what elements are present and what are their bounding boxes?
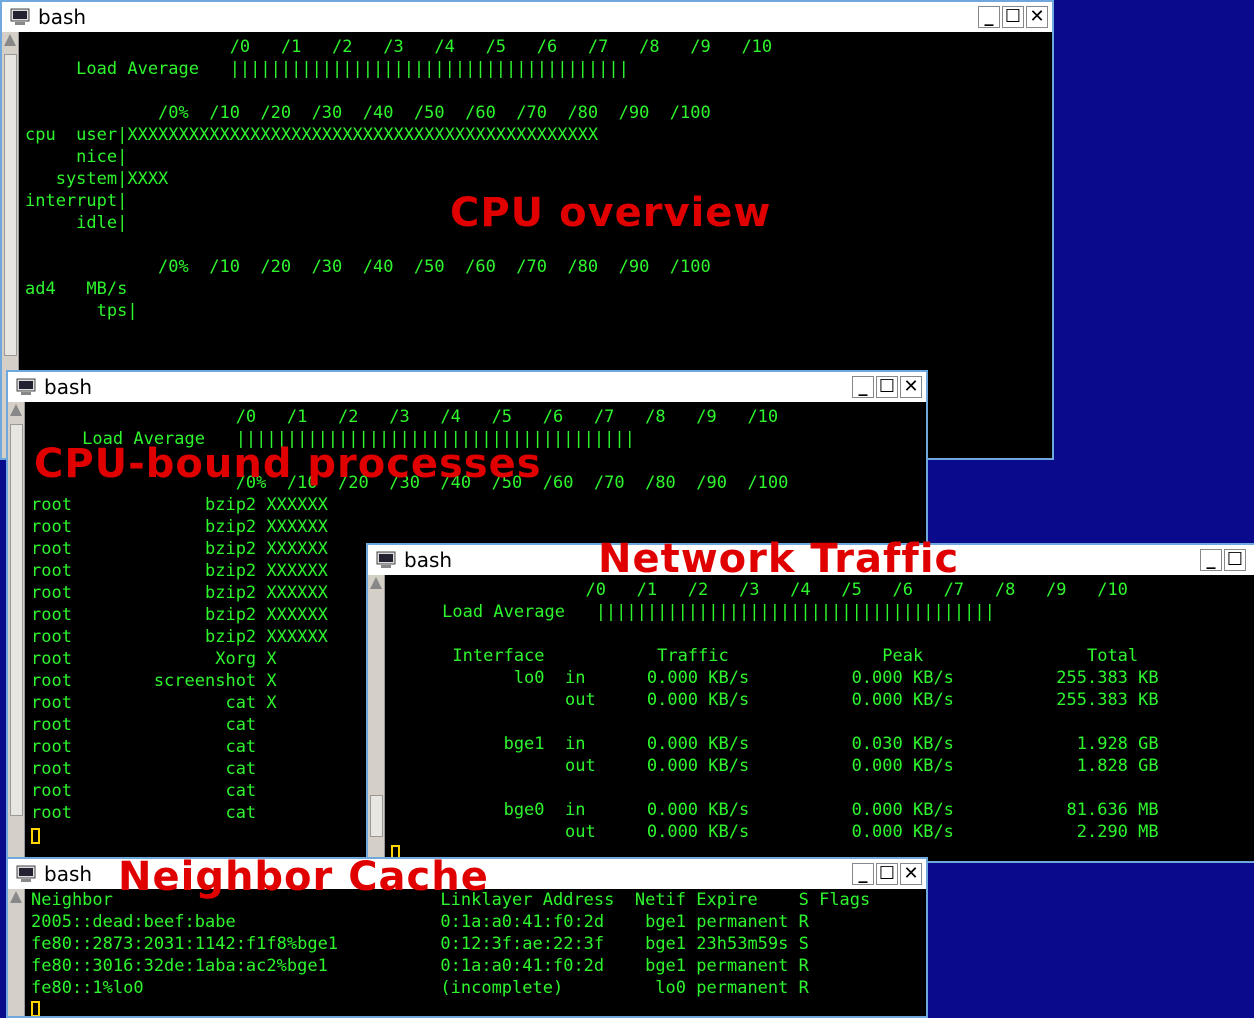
process-row: root cat: [31, 715, 257, 735]
table-row: out 0.000 KB/s 0.000 KB/s 1.828 GB: [391, 756, 1159, 776]
terminal-line: interrupt|: [25, 191, 128, 211]
table-row: out 0.000 KB/s 0.000 KB/s 255.383 KB: [391, 690, 1159, 710]
process-row: root cat: [31, 803, 257, 823]
process-row: root bzip2 XXXXXX: [31, 539, 328, 559]
scrollbar[interactable]: [8, 402, 25, 858]
maximize-icon[interactable]: ☐: [1224, 549, 1246, 571]
table-row: fe80::2873:2031:1142:f1f8%bge1 0:12:3f:a…: [31, 934, 809, 954]
scrollbar-thumb[interactable]: [370, 795, 383, 837]
terminal-line: ad4 MB/s: [25, 279, 128, 299]
terminal-output[interactable]: /0 /1 /2 /3 /4 /5 /6 /7 /8 /9 /10 Load A…: [385, 575, 1254, 861]
close-icon[interactable]: ✕: [900, 376, 922, 398]
terminal-cursor: [31, 828, 40, 844]
table-row: bge1 in 0.000 KB/s 0.030 KB/s 1.928 GB: [391, 734, 1159, 754]
terminal-line: Load Average |||||||||||||||||||||||||||…: [391, 602, 995, 622]
terminal-line: /0% /10 /20 /30 /40 /50 /60 /70 /80 /90 …: [25, 103, 711, 123]
scroll-up-icon[interactable]: [370, 577, 382, 589]
scrollbar[interactable]: [368, 575, 385, 861]
process-row: root Xorg X: [31, 649, 277, 669]
terminal-line: /0% /10 /20 /30 /40 /50 /60 /70 /80 /90 …: [25, 257, 711, 277]
terminal-line: cpu user|XXXXXXXXXXXXXXXXXXXXXXXXXXXXXXX…: [25, 125, 599, 145]
minimize-icon[interactable]: _: [978, 6, 1000, 28]
annotation-network-traffic: Network Traffic: [598, 536, 960, 582]
terminal-line: /0 /1 /2 /3 /4 /5 /6 /7 /8 /9 /10: [25, 37, 773, 57]
scrollbar[interactable]: [8, 889, 25, 1016]
terminal-line: nice|: [25, 147, 128, 167]
maximize-icon[interactable]: ☐: [1002, 6, 1024, 28]
terminal-cursor: [31, 1001, 40, 1016]
terminal-line: /0 /1 /2 /3 /4 /5 /6 /7 /8 /9 /10: [31, 407, 779, 427]
window-network-traffic[interactable]: bash _ ☐ /0 /1 /2 /3 /4 /5 /6 /7 /8 /9 /…: [366, 543, 1254, 863]
process-row: root bzip2 XXXXXX: [31, 495, 328, 515]
table-row: bge0 in 0.000 KB/s 0.000 KB/s 81.636 MB: [391, 800, 1159, 820]
window-title: bash: [44, 375, 93, 399]
terminal-icon: [16, 865, 36, 882]
scroll-up-icon[interactable]: [4, 34, 16, 46]
terminal-line: Load Average |||||||||||||||||||||||||||…: [25, 59, 629, 79]
terminal-output[interactable]: Neighbor Linklayer Address Netif Expire …: [25, 889, 926, 1016]
terminal-icon: [16, 378, 36, 395]
scrollbar-thumb[interactable]: [10, 424, 23, 816]
annotation-neighbor-cache: Neighbor Cache: [118, 854, 489, 900]
minimize-icon[interactable]: _: [852, 863, 874, 885]
scroll-up-icon[interactable]: [10, 404, 22, 416]
process-row: root cat: [31, 737, 257, 757]
minimize-icon[interactable]: _: [852, 376, 874, 398]
title-bar[interactable]: bash _ ☐ ✕: [8, 372, 926, 402]
scrollbar-thumb[interactable]: [4, 54, 17, 356]
annotation-cpu-bound-processes: CPU-bound processes: [34, 441, 542, 487]
process-row: root bzip2 XXXXXX: [31, 561, 328, 581]
terminal-icon: [10, 8, 30, 25]
table-row: fe80::1%lo0 (incomplete) lo0 permanent R: [31, 978, 809, 998]
process-row: root bzip2 XXXXXX: [31, 627, 328, 647]
window-title: bash: [404, 548, 453, 572]
terminal-line: system|XXXX: [25, 169, 169, 189]
annotation-cpu-overview: CPU overview: [450, 190, 772, 236]
table-header: Interface Traffic Peak Total: [391, 646, 1139, 666]
table-row: fe80::3016:32de:1aba:ac2%bge1 0:1a:a0:41…: [31, 956, 809, 976]
close-icon[interactable]: ✕: [1026, 6, 1048, 28]
terminal-line: idle|: [25, 213, 128, 233]
process-row: root bzip2 XXXXXX: [31, 583, 328, 603]
window-title: bash: [44, 862, 93, 886]
terminal-icon: [376, 551, 396, 568]
process-row: root bzip2 XXXXXX: [31, 517, 328, 537]
table-row: lo0 in 0.000 KB/s 0.000 KB/s 255.383 KB: [391, 668, 1159, 688]
terminal-line: /0 /1 /2 /3 /4 /5 /6 /7 /8 /9 /10: [391, 580, 1128, 600]
process-row: root bzip2 XXXXXX: [31, 605, 328, 625]
process-row: root cat X: [31, 693, 277, 713]
maximize-icon[interactable]: ☐: [876, 376, 898, 398]
process-row: root screenshot X: [31, 671, 277, 691]
scroll-up-icon[interactable]: [10, 891, 22, 903]
table-row: 2005::dead:beef:babe 0:1a:a0:41:f0:2d bg…: [31, 912, 809, 932]
maximize-icon[interactable]: ☐: [876, 863, 898, 885]
close-icon[interactable]: ✕: [900, 863, 922, 885]
window-title: bash: [38, 5, 87, 29]
table-row: out 0.000 KB/s 0.000 KB/s 2.290 MB: [391, 822, 1159, 842]
terminal-line: tps|: [25, 301, 138, 321]
process-row: root cat: [31, 781, 257, 801]
title-bar[interactable]: bash _ ☐ ✕: [2, 2, 1052, 32]
process-row: root cat: [31, 759, 257, 779]
minimize-icon[interactable]: _: [1200, 549, 1222, 571]
